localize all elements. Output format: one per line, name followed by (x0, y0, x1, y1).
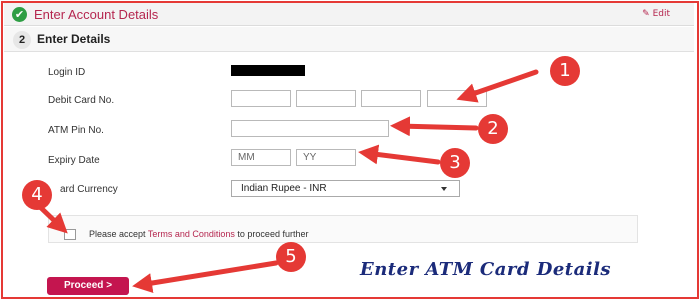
step-current-header: 2 Enter Details (4, 27, 694, 52)
terms-link[interactable]: Terms and Conditions (148, 229, 235, 239)
proceed-button[interactable]: Proceed > (47, 277, 129, 295)
card-number-field-4[interactable] (427, 90, 487, 107)
login-id-label: Login ID (48, 67, 86, 78)
currency-select[interactable]: Indian Rupee - INR (231, 180, 460, 197)
atm-pin-label: ATM Pin No. (48, 125, 104, 136)
pencil-icon: ✎ (642, 9, 650, 19)
expiry-date-label: Expiry Date (48, 155, 100, 166)
caption-text: Enter ATM Card Details (360, 259, 612, 280)
chevron-down-icon (441, 187, 447, 191)
badge-4: 4 (22, 180, 52, 210)
login-id-redaction (231, 65, 305, 76)
check-icon: ✔ (12, 7, 27, 22)
expiry-year-field[interactable]: YY (296, 149, 356, 166)
debit-card-label: Debit Card No. (48, 95, 115, 106)
step-number: 2 (13, 31, 31, 49)
terms-suffix: to proceed further (234, 229, 309, 239)
step-current-title: Enter Details (37, 32, 111, 46)
terms-prefix: Please accept (89, 229, 148, 239)
badge-3: 3 (440, 148, 470, 178)
badge-1: 1 (550, 56, 580, 86)
atm-pin-field[interactable] (231, 120, 389, 137)
expiry-month-field[interactable]: MM (231, 149, 291, 166)
badge-5: 5 (276, 242, 306, 272)
terms-text: Please accept Terms and Conditions to pr… (89, 229, 308, 239)
step-completed-title: Enter Account Details (34, 7, 159, 22)
badge-2: 2 (478, 114, 508, 144)
edit-link[interactable]: ✎ Edit (642, 9, 670, 19)
card-number-field-3[interactable] (361, 90, 421, 107)
card-currency-label: ard Currency (60, 184, 118, 195)
card-number-field-2[interactable] (296, 90, 356, 107)
terms-checkbox[interactable] (64, 229, 76, 240)
currency-select-value: Indian Rupee - INR (241, 183, 327, 194)
terms-panel: Please accept Terms and Conditions to pr… (48, 215, 638, 243)
card-number-field-1[interactable] (231, 90, 291, 107)
step-completed-header[interactable]: ✔ Enter Account Details ✎ Edit (4, 3, 694, 26)
